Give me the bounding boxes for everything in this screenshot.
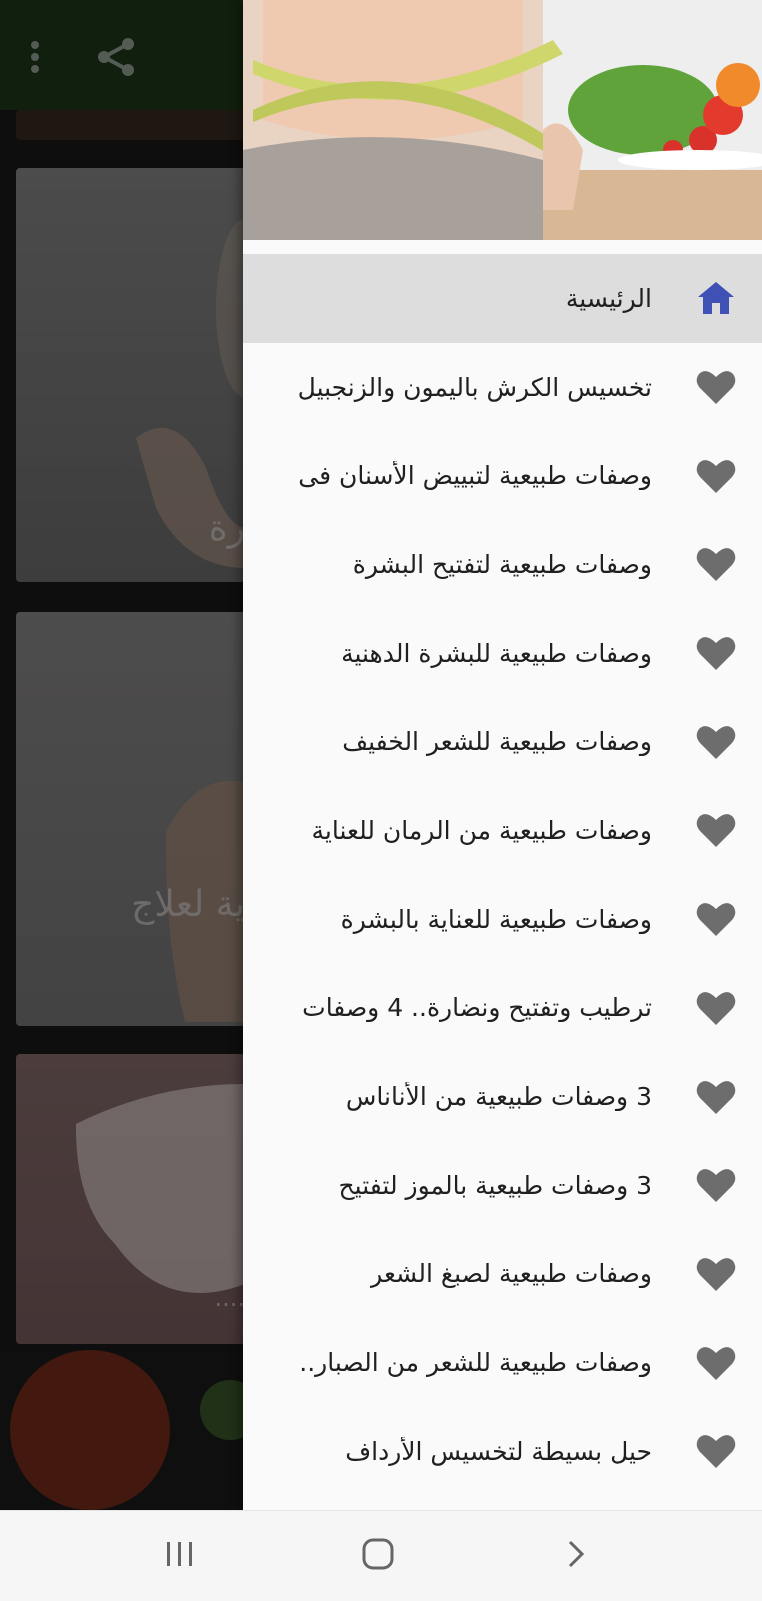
recent-apps-button[interactable] <box>150 1533 210 1579</box>
content-card-image <box>0 1350 260 1510</box>
content-card[interactable]: رة <box>16 168 245 582</box>
menu-item-recipe[interactable]: ترطيب وتفتيح ونضارة.. 4 وصفات <box>243 964 762 1053</box>
chevron-right-icon <box>566 1539 586 1573</box>
content-card[interactable]: .... <box>16 1054 245 1344</box>
menu-item-label: 3 وصفات طبيعية من الأناناس <box>345 1082 652 1112</box>
heart-icon <box>692 363 740 411</box>
heart-icon <box>692 1427 740 1475</box>
heart-icon <box>692 718 740 766</box>
menu-item-recipe[interactable]: تخسيس الكرش باليمون والزنجبيل <box>243 343 762 432</box>
menu-item-label: ترطيب وتفتيح ونضارة.. 4 وصفات <box>302 993 652 1023</box>
overflow-menu-icon[interactable] <box>28 37 42 81</box>
menu-item-recipe[interactable]: حيل بسيطة لتخسيس الأرداف <box>243 1407 762 1496</box>
menu-item-label: وصفات طبيعية من الرمان للعناية <box>311 815 652 845</box>
menu-item-label: وصفات طبيعية لتفتيح البشرة <box>352 549 652 579</box>
menu-item-label: وصفات طبيعية للشعر من الصبار.. <box>299 1348 652 1378</box>
menu-item-label: وصفات طبيعية للعناية بالبشرة <box>340 904 652 934</box>
menu-item-recipe[interactable]: 3 وصفات طبيعية من الأناناس <box>243 1052 762 1141</box>
content-card[interactable]: ية لعلاج <box>16 612 245 1026</box>
menu-item-label: وصفات طبيعية لتبييض الأسنان فى <box>298 461 652 491</box>
share-icon[interactable] <box>96 36 136 82</box>
card-title: رة <box>208 508 245 549</box>
menu-item-recipe[interactable]: وصفات طبيعية للبشرة الدهنية <box>243 609 762 698</box>
menu-item-label: الرئيسية <box>565 283 652 313</box>
menu-item-label: 3 وصفات طبيعية بالموز لتفتيح <box>338 1170 652 1200</box>
menu-item-recipe[interactable]: وصفات طبيعية لصبغ الشعر <box>243 1230 762 1319</box>
menu-item-recipe[interactable]: 3 وصفات طبيعية بالموز لتفتيح <box>243 1141 762 1230</box>
menu-item-recipe[interactable]: وصفات طبيعية من الرمان للعناية <box>243 786 762 875</box>
drawer-header-image <box>243 0 762 240</box>
menu-item-label: حيل بسيطة لتخسيس الأرداف <box>345 1436 652 1466</box>
heart-icon <box>692 1161 740 1209</box>
heart-icon <box>692 1339 740 1387</box>
content-card[interactable] <box>16 110 245 140</box>
heart-icon <box>692 540 740 588</box>
drawer-menu: الرئيسية تخسيس الكرش باليمون والزنجبيل و… <box>243 254 762 1496</box>
home-icon <box>692 274 740 322</box>
navigation-drawer: الرئيسية تخسيس الكرش باليمون والزنجبيل و… <box>243 0 762 1510</box>
card-image <box>75 1084 245 1293</box>
card-image <box>165 780 245 1022</box>
back-button[interactable] <box>546 1533 606 1579</box>
system-nav-bar <box>0 1510 762 1601</box>
menu-item-recipe[interactable]: وصفات طبيعية للشعر من الصبار.. <box>243 1318 762 1407</box>
menu-item-label: وصفات طبيعية للبشرة الدهنية <box>341 638 652 668</box>
heart-icon <box>692 984 740 1032</box>
heart-icon <box>692 895 740 943</box>
menu-item-home[interactable]: الرئيسية <box>243 254 762 343</box>
heart-icon <box>692 629 740 677</box>
heart-icon <box>692 1073 740 1121</box>
menu-item-label: وصفات طبيعية للشعر الخفيف <box>342 727 652 757</box>
home-circle-icon <box>362 1538 394 1574</box>
card-title: .... <box>214 1284 245 1312</box>
heart-icon <box>692 452 740 500</box>
recent-apps-icon <box>165 1540 195 1572</box>
card-title: ية لعلاج <box>131 884 245 925</box>
heart-icon <box>692 1250 740 1298</box>
menu-item-recipe[interactable]: وصفات طبيعية لتفتيح البشرة <box>243 520 762 609</box>
menu-item-recipe[interactable]: وصفات طبيعية للشعر الخفيف <box>243 697 762 786</box>
menu-item-recipe[interactable]: وصفات طبيعية للعناية بالبشرة <box>243 875 762 964</box>
menu-item-recipe[interactable]: وصفات طبيعية لتبييض الأسنان فى <box>243 431 762 520</box>
home-button[interactable] <box>348 1533 408 1579</box>
menu-item-label: وصفات طبيعية لصبغ الشعر <box>370 1259 652 1289</box>
menu-item-label: تخسيس الكرش باليمون والزنجبيل <box>297 372 652 402</box>
heart-icon <box>692 806 740 854</box>
